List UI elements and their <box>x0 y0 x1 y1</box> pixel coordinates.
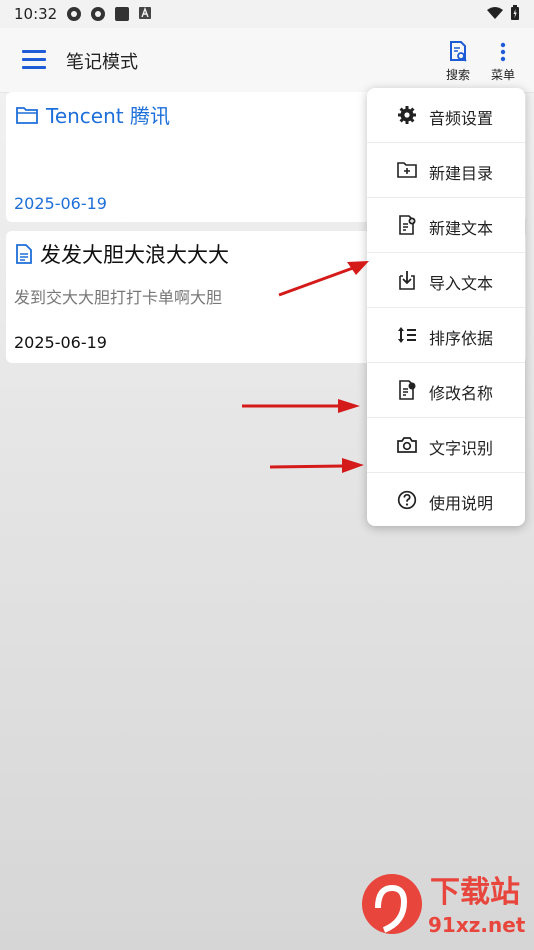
app-notification-icon <box>115 7 129 21</box>
new-document-icon <box>397 215 417 235</box>
menu-item-label: 导入文本 <box>429 274 494 293</box>
menu-item-label: 修改名称 <box>429 384 494 403</box>
menu-item-import-document[interactable]: 导入文本 <box>367 253 525 307</box>
menu-item-audio-settings[interactable]: 音频设置 <box>367 88 525 142</box>
status-notification-icons <box>66 6 152 22</box>
menu-item-new-document[interactable]: 新建文本 <box>367 198 525 252</box>
status-time: 10:32 <box>14 5 58 23</box>
menu-item-label: 新建目录 <box>429 164 494 183</box>
watermark-graphic: 下载站 91xz.net <box>362 874 526 937</box>
menu-drawer-icon[interactable] <box>22 50 46 70</box>
search-document-icon <box>450 41 467 62</box>
menu-item-ocr[interactable]: 文字识别 <box>367 418 525 472</box>
sync-icon <box>67 7 81 21</box>
document-snippet: 发到交大大胆打打卡单啊大胆 <box>14 288 223 307</box>
battery-icon <box>511 5 519 20</box>
menu-item-label: 音频设置 <box>429 109 494 128</box>
watermark-text: 下载站 <box>430 875 520 910</box>
annotation-arrow <box>242 399 360 413</box>
watermark-logo: 下载站 91xz.net <box>358 864 528 944</box>
menu-label: 菜单 <box>490 68 515 82</box>
page-title: 笔记模式 <box>66 52 138 73</box>
document-icon <box>16 244 32 264</box>
a-badge-icon <box>139 7 151 19</box>
menu-item-label: 使用说明 <box>429 494 494 513</box>
menu-item-label: 文字识别 <box>429 439 494 458</box>
search-button[interactable]: 搜索 <box>438 40 478 83</box>
status-system-icons <box>486 5 520 21</box>
status-bar: 10:32 <box>0 0 534 28</box>
sort-icon <box>397 325 417 345</box>
search-label: 搜索 <box>445 68 470 82</box>
popup-menu: 音频设置 新建目录 新建文本 导入文本 排序依据 修改名称 文字识别 使用说明 <box>367 88 525 526</box>
import-icon <box>397 270 417 290</box>
sync-icon <box>91 7 105 21</box>
folder-title: Tencent 腾讯 <box>46 104 170 128</box>
menu-item-help[interactable]: 使用说明 <box>367 473 525 527</box>
menu-item-label: 新建文本 <box>429 219 494 238</box>
rename-icon <box>397 380 417 400</box>
wifi-icon <box>487 7 503 19</box>
overflow-menu-button[interactable]: 菜单 <box>483 40 523 83</box>
annotation-arrow <box>269 458 364 473</box>
app-bar: 笔记模式 搜索 菜单 <box>0 28 534 93</box>
menu-item-label: 排序依据 <box>429 329 494 348</box>
document-title: 发发大胆大浪大大大 <box>40 243 229 267</box>
new-folder-icon <box>397 160 417 180</box>
menu-item-rename[interactable]: 修改名称 <box>367 363 525 417</box>
menu-item-new-folder[interactable]: 新建目录 <box>367 143 525 197</box>
gear-icon <box>397 105 417 125</box>
help-icon <box>397 490 417 510</box>
document-date: 2025-06-19 <box>14 333 107 352</box>
folder-icon <box>16 106 38 124</box>
more-vert-icon <box>500 42 506 62</box>
watermark-url: 91xz.net <box>428 913 526 937</box>
camera-icon <box>397 435 417 455</box>
folder-date: 2025-06-19 <box>14 194 107 213</box>
menu-item-sort[interactable]: 排序依据 <box>367 308 525 362</box>
